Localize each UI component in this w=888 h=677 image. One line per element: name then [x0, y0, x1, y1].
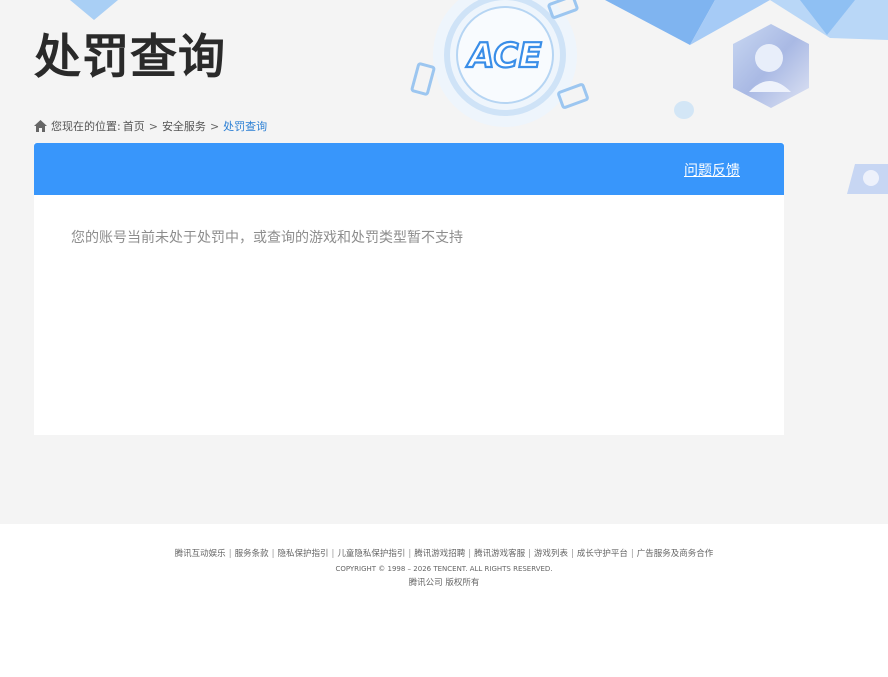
footer-separator: |: [228, 549, 232, 559]
side-character-avatar: [845, 162, 888, 196]
copyright-text: COPYRIGHT © 1998 – 2026 TENCENT. ALL RIG…: [335, 565, 553, 573]
footer-link-tencent-ent[interactable]: 腾讯互动娱乐: [175, 549, 226, 559]
home-icon: [34, 120, 47, 132]
footer-link-child-privacy[interactable]: 儿童隐私保护指引: [337, 549, 405, 559]
ace-logo-icon: ACE: [410, 0, 600, 140]
feedback-link[interactable]: 问题反馈: [684, 160, 740, 180]
ace-logo-text: ACE: [465, 36, 541, 76]
result-message: 您的账号当前未处于处罚中，或查询的游戏和处罚类型暂不支持: [71, 230, 463, 246]
breadcrumb-current: 处罚查询: [223, 120, 268, 133]
footer-separator: |: [630, 549, 634, 559]
footer-separator: |: [408, 549, 412, 559]
breadcrumb-item-home[interactable]: 首页: [123, 118, 145, 134]
footer-separator: |: [331, 549, 335, 559]
footer-links: 腾讯互动娱乐 | 服务条款 | 隐私保护指引 | 儿童隐私保护指引 | 腾讯游戏招聘 | 腾讯游戏客…: [0, 548, 888, 560]
breadcrumb-separator: >: [209, 119, 220, 133]
footer-link-game-list[interactable]: 游戏列表: [534, 549, 568, 559]
footer-link-careers[interactable]: 腾讯游戏招聘: [414, 549, 465, 559]
footer-link-ads-business[interactable]: 广告服务及商务合作: [637, 549, 714, 559]
page-top-area: ACE 处罚查询 您现在的位置: 首页 > 安全服务 > 处罚查询 问题反馈 您…: [0, 0, 888, 524]
decorative-dot: [674, 101, 694, 119]
footer-separator: |: [468, 549, 472, 559]
breadcrumb: 您现在的位置: 首页 > 安全服务 > 处罚查询: [34, 118, 267, 134]
footer-separator: |: [571, 549, 574, 559]
hexagon-character-avatar: [729, 22, 813, 110]
footer-separator: |: [271, 549, 275, 559]
footer-separator: |: [528, 549, 532, 559]
footer-link-growth-guard[interactable]: 成长守护平台: [577, 549, 628, 559]
footer-link-terms[interactable]: 服务条款: [235, 549, 269, 559]
panel-body: 您的账号当前未处于处罚中，或查询的游戏和处罚类型暂不支持: [34, 195, 784, 247]
breadcrumb-prefix: 您现在的位置:: [51, 120, 121, 133]
page-title: 处罚查询: [34, 30, 226, 85]
breadcrumb-separator: >: [148, 119, 158, 133]
result-panel: 问题反馈 您的账号当前未处于处罚中，或查询的游戏和处罚类型暂不支持: [34, 143, 784, 435]
breadcrumb-item-security-service[interactable]: 安全服务: [162, 118, 206, 134]
footer-link-privacy[interactable]: 隐私保护指引: [277, 549, 328, 559]
company-text: 腾讯公司 版权所有: [408, 578, 480, 588]
footer: 腾讯互动娱乐 | 服务条款 | 隐私保护指引 | 儿童隐私保护指引 | 腾讯游戏招聘 | 腾讯游戏客…: [0, 524, 888, 677]
decorative-triangle: [70, 0, 118, 20]
panel-header: 问题反馈: [34, 143, 784, 195]
footer-link-support[interactable]: 腾讯游戏客服: [474, 549, 525, 559]
